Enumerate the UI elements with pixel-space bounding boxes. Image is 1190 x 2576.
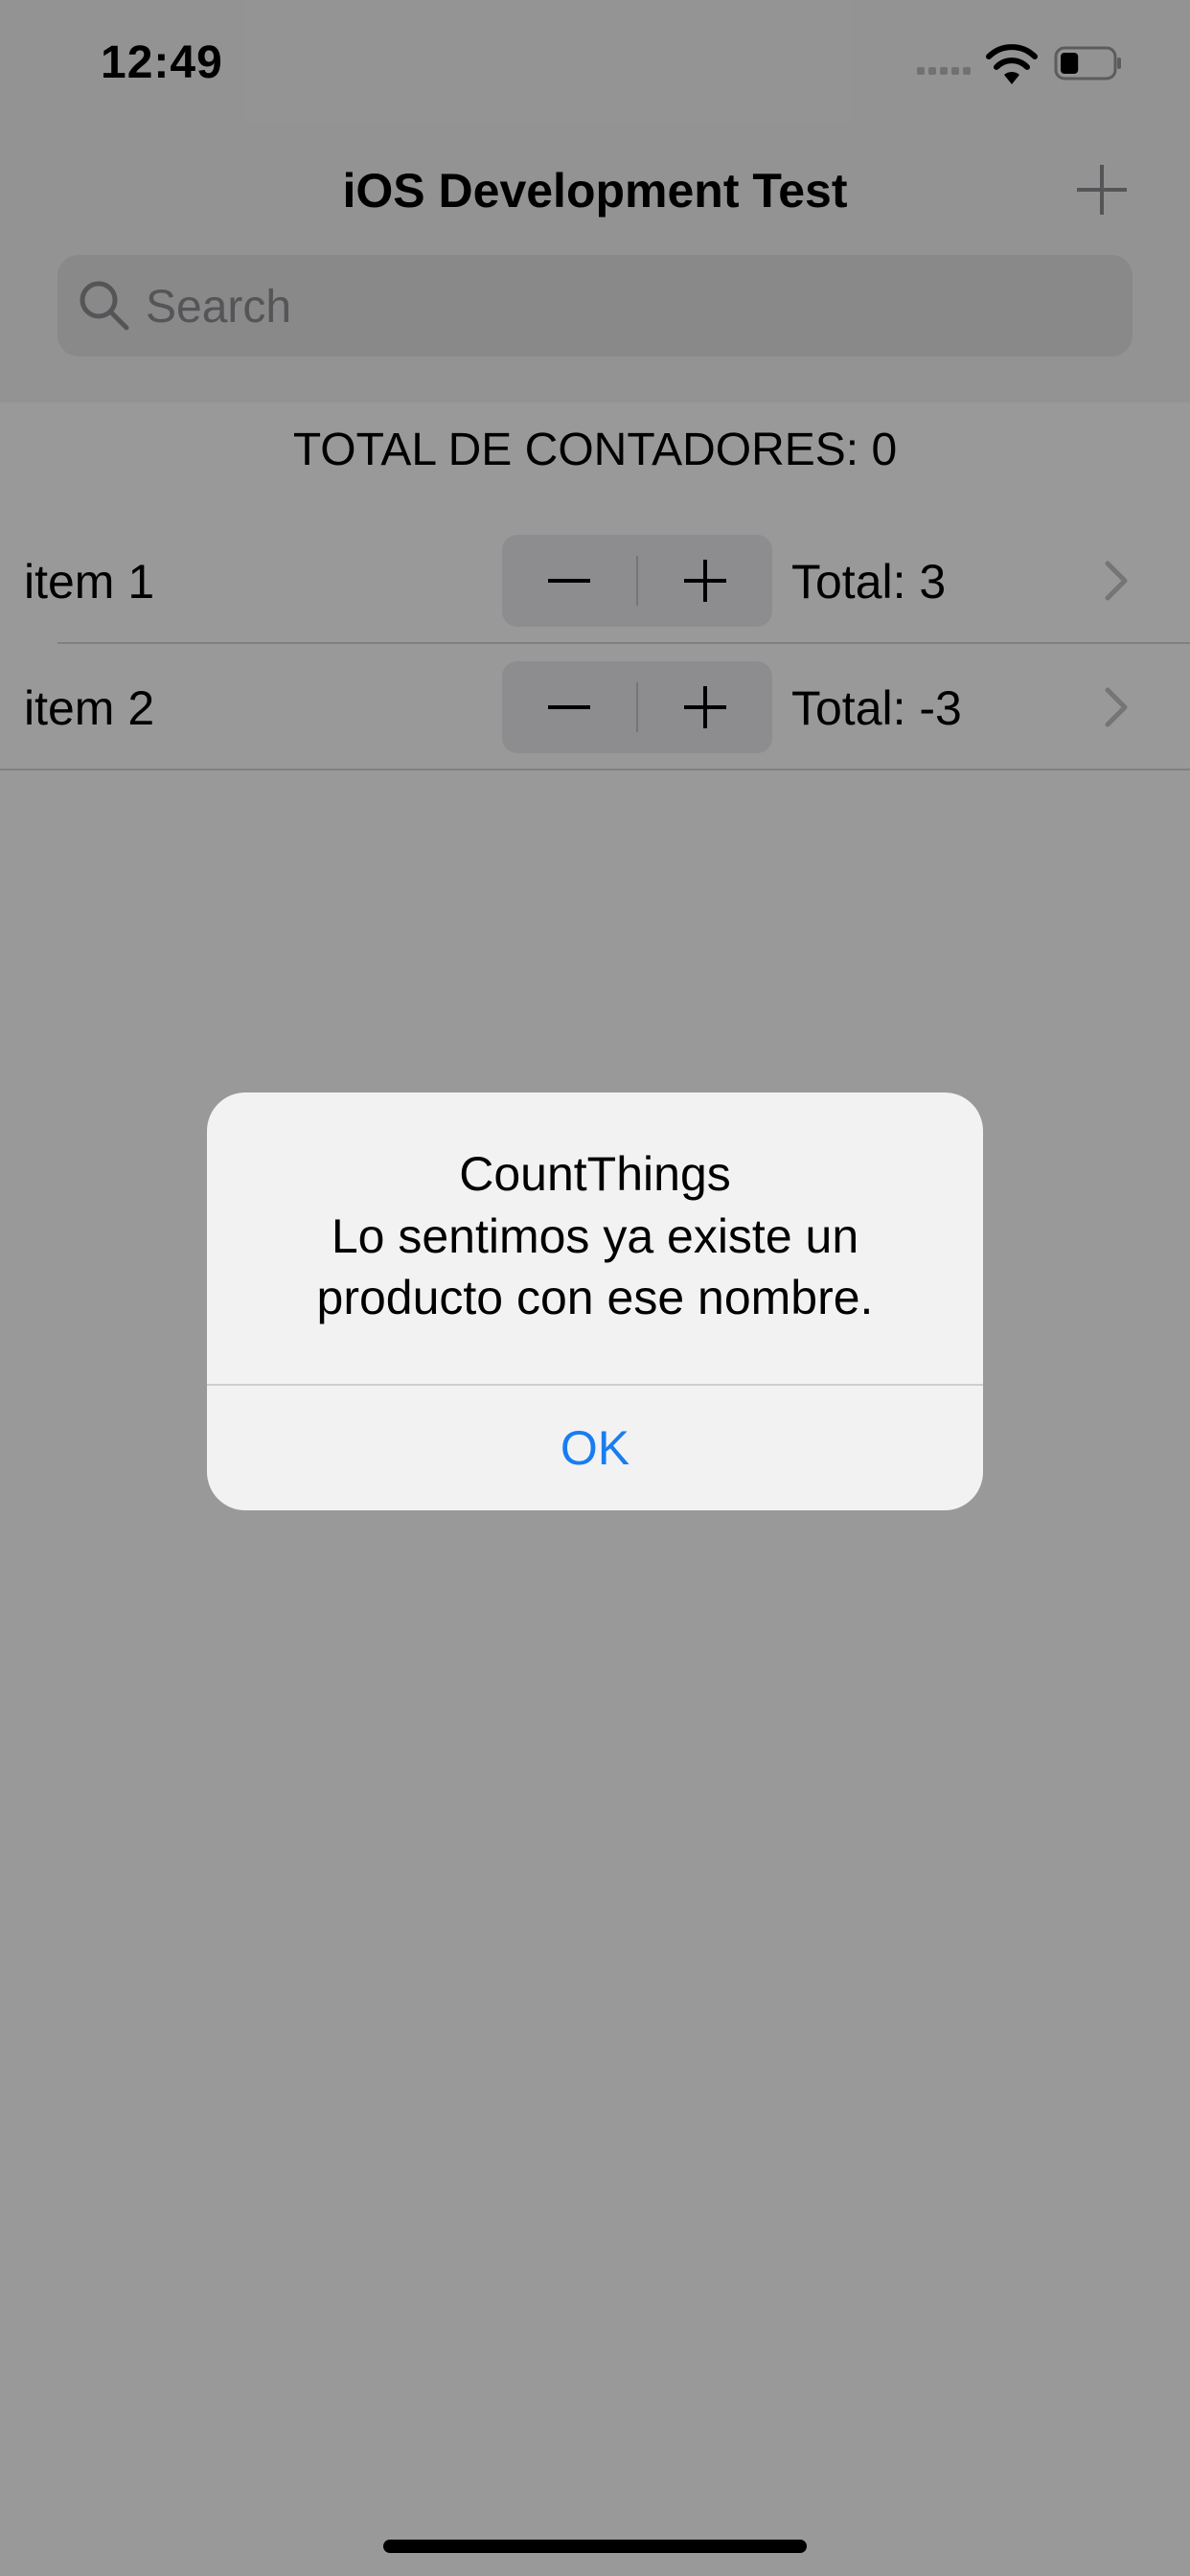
- alert-body: CountThings Lo sentimos ya existe un pro…: [207, 1092, 983, 1384]
- home-indicator[interactable]: [383, 2540, 807, 2553]
- alert-dialog: CountThings Lo sentimos ya existe un pro…: [207, 1092, 983, 1510]
- alert-message: Lo sentimos ya existe un producto con es…: [316, 1209, 874, 1324]
- ok-button[interactable]: OK: [207, 1386, 983, 1510]
- alert-title: CountThings: [459, 1147, 731, 1201]
- app-screen: 12:49 iOS Development Test TOTAL DE CON: [0, 0, 1190, 2576]
